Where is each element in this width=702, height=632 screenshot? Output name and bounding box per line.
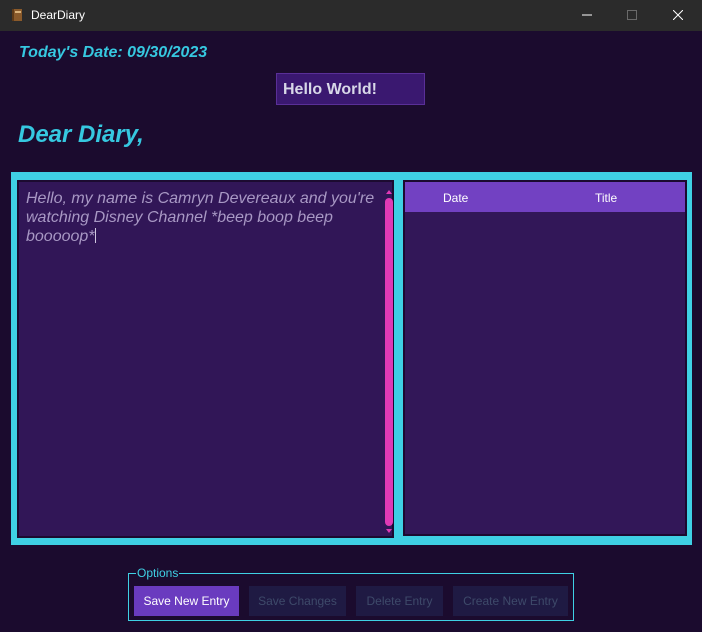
maximize-icon (627, 10, 637, 20)
scroll-up-arrow-icon[interactable] (386, 190, 392, 194)
options-group: Options Save New Entry Save Changes Dele… (128, 566, 574, 621)
column-header-title[interactable]: Title (595, 191, 617, 205)
editor-scrollbar[interactable] (383, 188, 395, 534)
options-legend: Options (136, 566, 180, 580)
diary-text-editor[interactable]: Hello, my name is Camryn Devereaux and y… (17, 180, 394, 538)
scrollbar-thumb[interactable] (385, 198, 393, 526)
editor-text-value: Hello, my name is Camryn Devereaux and y… (26, 190, 375, 245)
editor-content[interactable]: Hello, my name is Camryn Devereaux and y… (26, 189, 378, 246)
column-header-date[interactable]: Date (443, 191, 468, 205)
main-panel: Hello, my name is Camryn Devereaux and y… (11, 172, 692, 545)
close-button[interactable] (655, 0, 701, 31)
save-changes-button[interactable]: Save Changes (249, 586, 346, 616)
close-icon (673, 10, 683, 20)
greeting-heading: Dear Diary, (18, 121, 144, 148)
minimize-icon (582, 14, 592, 16)
maximize-button[interactable] (609, 0, 655, 31)
create-new-entry-button[interactable]: Create New Entry (453, 586, 568, 616)
window-title: DearDiary (31, 8, 86, 22)
todays-date-label: Today's Date: 09/30/2023 (19, 44, 208, 61)
minimize-button[interactable] (564, 0, 610, 31)
entry-title-input[interactable]: Hello World! (276, 73, 425, 105)
scroll-down-arrow-icon[interactable] (386, 529, 392, 533)
entries-list[interactable]: Date Title (403, 180, 687, 536)
entries-list-header: Date Title (405, 182, 685, 212)
delete-entry-button[interactable]: Delete Entry (356, 586, 443, 616)
book-icon (10, 8, 24, 22)
title-bar: DearDiary (0, 0, 702, 31)
save-new-entry-button[interactable]: Save New Entry (134, 586, 239, 616)
text-caret (94, 228, 96, 243)
